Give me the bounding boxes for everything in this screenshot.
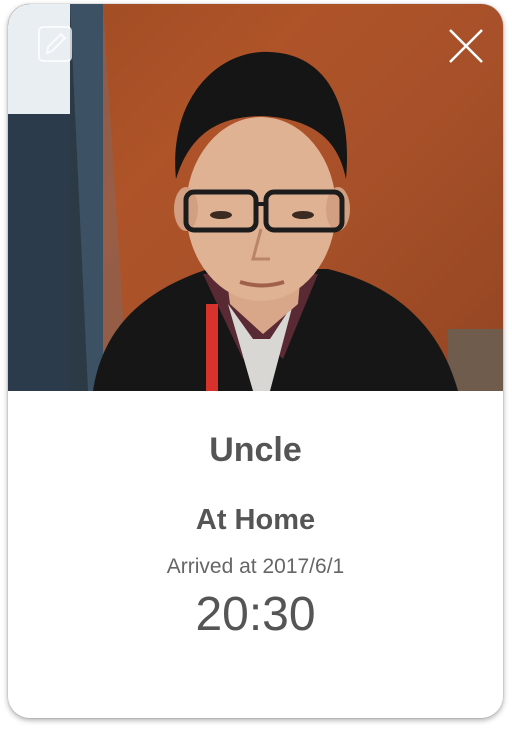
location-status: At Home [195, 504, 316, 536]
close-button[interactable] [446, 26, 486, 66]
pencil-edit-icon [38, 26, 72, 62]
contact-info: Uncle At Home Arrived at 2017/6/1 20:30 [8, 391, 503, 718]
arrival-time: 20:30 [195, 588, 316, 641]
arrived-date: Arrived at 2017/6/1 [166, 555, 345, 578]
contact-card: Uncle At Home Arrived at 2017/6/1 20:30 [8, 4, 503, 718]
contact-photo [8, 4, 503, 391]
close-x-icon [449, 29, 483, 63]
contact-name: Uncle [209, 431, 302, 469]
edit-button[interactable] [38, 26, 72, 62]
